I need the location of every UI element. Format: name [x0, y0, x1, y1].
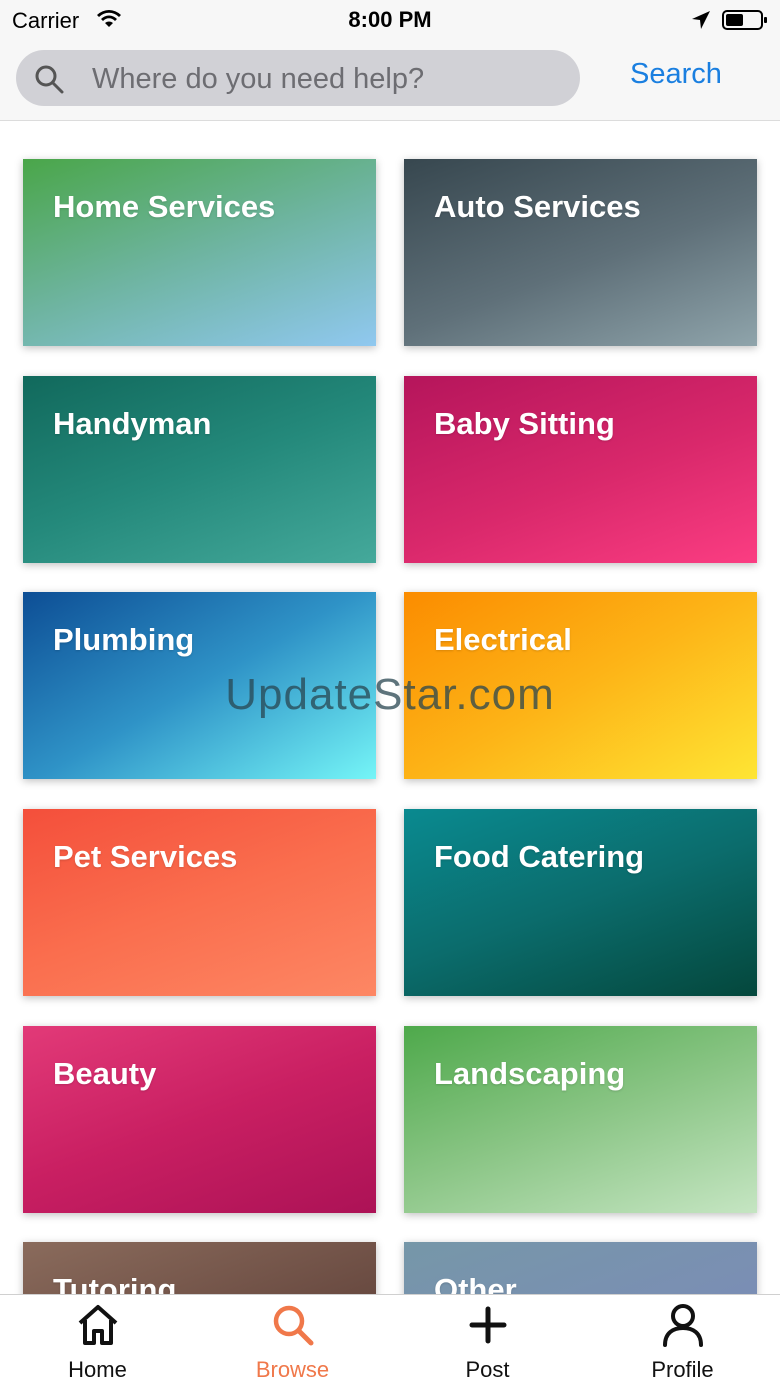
tab-browse[interactable]: Browse — [195, 1295, 390, 1388]
category-label: Food Catering — [434, 839, 645, 874]
category-tile-food-catering[interactable]: Food Catering — [404, 809, 757, 996]
search-header: Search — [0, 40, 780, 121]
tab-label: Post — [465, 1357, 510, 1382]
category-tile-baby-sitting[interactable]: Baby Sitting — [404, 376, 757, 563]
home-icon — [74, 1301, 122, 1349]
status-time: 8:00 PM — [348, 7, 432, 32]
category-grid: Home Services Auto Services Handyman Bab… — [0, 121, 780, 1294]
plus-icon — [464, 1301, 512, 1349]
category-tile-landscaping[interactable]: Landscaping — [404, 1026, 757, 1213]
search-icon — [34, 64, 64, 99]
category-label: Beauty — [53, 1056, 157, 1091]
category-tile-electrical[interactable]: Electrical — [404, 592, 757, 779]
category-tile-pet-services[interactable]: Pet Services — [23, 809, 376, 996]
category-tile-auto-services[interactable]: Auto Services — [404, 159, 757, 346]
category-tile-plumbing[interactable]: Plumbing — [23, 592, 376, 779]
category-tile-home-services[interactable]: Home Services — [23, 159, 376, 346]
user-icon — [659, 1301, 707, 1349]
search-bar[interactable] — [16, 50, 580, 108]
location-arrow-icon — [690, 9, 712, 36]
category-label: Other — [434, 1272, 517, 1294]
tab-bar: Home Browse Post Profile — [0, 1294, 780, 1388]
status-bar: Carrier 8:00 PM — [0, 0, 780, 40]
category-tile-handyman[interactable]: Handyman — [23, 376, 376, 563]
tab-profile[interactable]: Profile — [585, 1295, 780, 1388]
tab-post[interactable]: Post — [390, 1295, 585, 1388]
category-label: Tutoring — [53, 1272, 177, 1294]
category-label: Plumbing — [53, 622, 195, 657]
tab-label: Home — [68, 1357, 127, 1382]
category-tile-beauty[interactable]: Beauty — [23, 1026, 376, 1213]
category-label: Handyman — [53, 406, 212, 441]
category-tile-tutoring[interactable]: Tutoring — [23, 1242, 376, 1294]
category-label: Landscaping — [434, 1056, 626, 1091]
search-icon — [269, 1301, 317, 1349]
category-label: Electrical — [434, 622, 572, 657]
tab-label: Profile — [651, 1357, 714, 1382]
tab-home[interactable]: Home — [0, 1295, 195, 1388]
category-tile-other[interactable]: Other — [404, 1242, 757, 1294]
category-label: Pet Services — [53, 839, 238, 874]
battery-icon — [722, 9, 768, 36]
category-label: Home Services — [53, 189, 276, 224]
search-button[interactable]: Search — [630, 58, 722, 91]
search-input[interactable] — [90, 50, 564, 108]
category-label: Baby Sitting — [434, 406, 615, 441]
category-label: Auto Services — [434, 189, 641, 224]
tab-label: Browse — [255, 1357, 330, 1382]
